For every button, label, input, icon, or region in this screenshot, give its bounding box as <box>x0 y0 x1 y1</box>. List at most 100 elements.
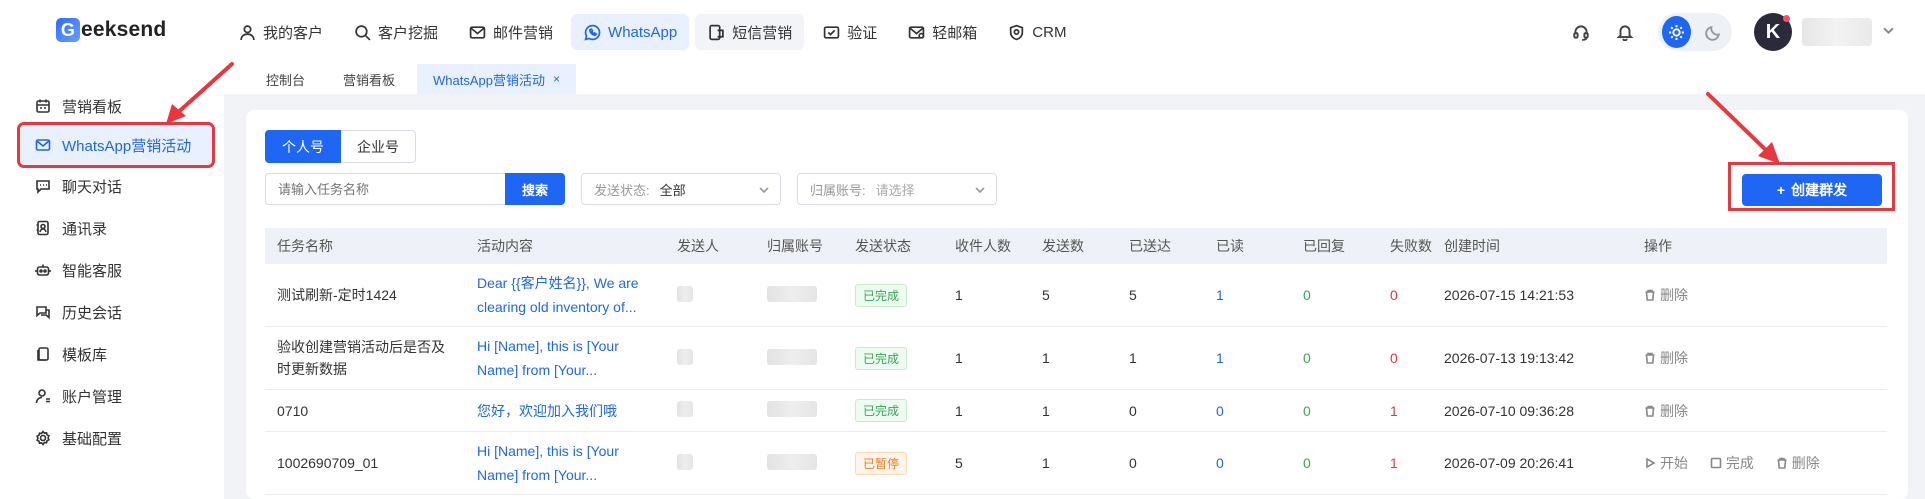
sidebar-item-dashboard[interactable]: 营销看板 <box>20 86 212 126</box>
created-time: 2026-07-09 20:26:41 <box>1444 455 1574 471</box>
created-time: 2026-07-13 19:13:42 <box>1444 350 1574 366</box>
status-cell: 已完成 <box>843 399 943 422</box>
logo-text: eeksend <box>81 18 167 41</box>
calendar-icon <box>34 97 52 115</box>
create-broadcast-label: 创建群发 <box>1791 182 1848 198</box>
create-broadcast-button[interactable]: + 创建群发 <box>1742 174 1882 206</box>
status-cell: 已完成 <box>843 283 943 307</box>
delete-button[interactable]: 删除 <box>1644 401 1688 421</box>
replied-count: 0 <box>1303 455 1311 471</box>
delete-button[interactable]: 删除 <box>1776 453 1820 473</box>
nav-crm[interactable]: CRM <box>995 14 1078 50</box>
delete-button[interactable]: 删除 <box>1644 285 1688 305</box>
sender-redacted <box>665 285 755 305</box>
search-button[interactable]: 搜索 <box>505 173 565 205</box>
account-select[interactable]: 归属账号: 请选择 <box>797 173 997 205</box>
replied-count: 0 <box>1303 350 1311 366</box>
mail-icon <box>468 23 486 41</box>
account-redacted <box>755 453 843 473</box>
whatsapp-icon <box>583 23 601 41</box>
table-row[interactable]: 验收创建营销活动后是否及 时更新数据 Hi [Name], this is [Yo… <box>265 327 1887 390</box>
nav-light-mailbox[interactable]: 轻邮箱 <box>895 14 989 50</box>
sidebar-item-history[interactable]: 历史会话 <box>20 292 212 332</box>
account-redacted <box>755 348 843 368</box>
nav-label: 邮件营销 <box>493 24 554 42</box>
nav-customer-mining[interactable]: 客户挖掘 <box>341 14 450 50</box>
sidebar-item-settings[interactable]: 基础配置 <box>20 418 212 458</box>
content-link[interactable]: Dear {{客户姓名}}, We are clearing old invent… <box>465 271 665 319</box>
sidebar-item-label: 历史会话 <box>62 304 123 322</box>
col-delivered: 已送达 <box>1129 238 1171 254</box>
col-failed: 失败数 <box>1390 238 1432 254</box>
headset-icon[interactable] <box>1570 21 1592 43</box>
sidebar-item-templates[interactable]: 模板库 <box>20 334 212 374</box>
content-link[interactable]: 您好，欢迎加入我们哦 <box>465 399 665 423</box>
chevron-down-icon <box>974 184 986 199</box>
page-tabs: 控制台 营销看板 WhatsApp营销活动 × <box>224 64 1925 94</box>
replied-count: 0 <box>1303 287 1311 303</box>
nav-email-marketing[interactable]: 邮件营销 <box>456 14 565 50</box>
account-icon <box>34 387 52 405</box>
geeksend-logo[interactable]: Geeksend <box>56 18 166 42</box>
actions: 删除 <box>1632 401 1887 421</box>
nav-sms-marketing[interactable]: 短信营销 <box>695 14 805 50</box>
content-link[interactable]: Hi [Name], this is [Your Name] from [Your… <box>465 334 665 382</box>
sidebar-item-chat[interactable]: 聊天对话 <box>20 166 212 206</box>
nav-label: 验证 <box>847 24 878 42</box>
close-icon[interactable]: × <box>553 72 560 86</box>
table-row[interactable]: 0710 您好，欢迎加入我们哦 已完成 1 1 0 0 0 1 2026-07-… <box>265 390 1887 432</box>
col-status: 发送状态 <box>855 238 911 254</box>
personal-account-button[interactable]: 个人号 <box>265 130 341 163</box>
status-badge: 已完成 <box>855 283 908 307</box>
content-line: clearing old inventory of... <box>477 299 637 315</box>
user-menu[interactable]: K <box>1754 13 1895 51</box>
main-nav: 我的客户 客户挖掘 邮件营销 WhatsApp 短信营销 验证 轻邮箱 CRM <box>226 14 1078 50</box>
trash-icon <box>1645 352 1655 364</box>
sidebar-item-smart-service[interactable]: 智能客服 <box>20 250 212 290</box>
status-badge: 已完成 <box>855 346 908 370</box>
col-task-name: 任务名称 <box>277 238 333 254</box>
campaign-table: 任务名称 活动内容 发送人 归属账号 发送状态 收件人数 发送数 已送达 已读 … <box>265 228 1887 495</box>
actions: 开始 完成 删除 <box>1632 453 1887 473</box>
avatar[interactable]: K <box>1754 13 1792 51</box>
nav-label: 客户挖掘 <box>378 24 439 42</box>
sidebar-item-account[interactable]: 账户管理 <box>20 376 212 416</box>
task-name: 验收创建营销活动后是否及 时更新数据 <box>265 336 465 380</box>
content-link[interactable]: Hi [Name], this is [Your Name] from [Your… <box>465 439 665 487</box>
status-badge: 已完成 <box>855 399 908 422</box>
send-status-select[interactable]: 发送状态: 全部 <box>581 173 781 205</box>
trash-icon <box>1645 405 1655 417</box>
sender-redacted <box>665 401 755 420</box>
tab-console[interactable]: 控制台 <box>250 64 321 94</box>
start-button[interactable]: 开始 <box>1644 453 1688 473</box>
light-mail-icon <box>907 23 925 41</box>
col-replied: 已回复 <box>1303 238 1345 254</box>
table-row[interactable]: 1002690709_01 Hi [Name], this is [Your Na… <box>265 432 1887 495</box>
moon-icon[interactable] <box>1699 16 1728 48</box>
nav-label: 我的客户 <box>263 24 324 42</box>
sun-icon[interactable] <box>1662 16 1691 48</box>
task-name-search-input[interactable] <box>265 173 505 205</box>
recipients: 1 <box>955 287 963 303</box>
refresh-icon[interactable] <box>1868 178 1888 198</box>
bell-icon[interactable] <box>1614 21 1636 43</box>
table-row[interactable]: 测试刷新-定时1424 Dear {{客户姓名}}, We are clearin… <box>265 264 1887 327</box>
business-account-button[interactable]: 企业号 <box>341 130 416 163</box>
nav-verify[interactable]: 验证 <box>810 14 889 50</box>
col-read: 已读 <box>1216 238 1244 254</box>
recipients: 5 <box>955 455 963 471</box>
sidebar-item-label: 营销看板 <box>62 98 123 116</box>
sidebar-item-contacts[interactable]: 通讯录 <box>20 208 212 248</box>
sidebar-item-whatsapp-campaigns[interactable]: WhatsApp营销活动 <box>17 122 215 168</box>
nav-my-customers[interactable]: 我的客户 <box>226 14 335 50</box>
theme-toggle[interactable] <box>1658 13 1732 51</box>
complete-button[interactable]: 完成 <box>1710 453 1754 473</box>
chevron-down-icon[interactable] <box>1882 24 1895 40</box>
tab-dashboard[interactable]: 营销看板 <box>327 64 411 94</box>
tab-whatsapp-campaigns[interactable]: WhatsApp营销活动 × <box>417 64 577 94</box>
nav-whatsapp[interactable]: WhatsApp <box>571 14 690 50</box>
col-actions: 操作 <box>1644 238 1672 254</box>
delete-button[interactable]: 删除 <box>1644 348 1688 368</box>
crm-icon <box>1007 23 1025 41</box>
nav-label: WhatsApp <box>608 23 678 41</box>
